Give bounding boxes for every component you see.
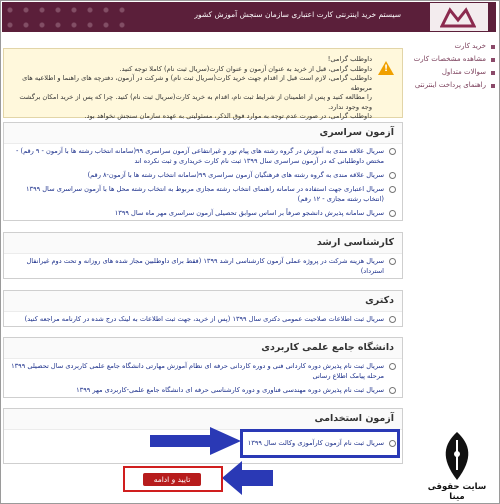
option-item[interactable]: سریال علاقه مندی به گروه رشته های فرهنگی… — [4, 168, 402, 182]
highlight-box — [240, 429, 400, 458]
radio-button[interactable] — [389, 363, 396, 370]
notice-line: داوطلب گرامی! — [327, 55, 372, 63]
watermark-text: سایت حقوقی مینا — [427, 482, 487, 502]
notice-line: داوطلب گرامی، در صورت عدم توجه به موارد … — [84, 112, 372, 120]
logo-mark-icon — [440, 7, 476, 28]
pen-nib-icon — [445, 432, 469, 480]
bullet-icon — [491, 58, 495, 62]
option-item[interactable]: سریال سامانه پذیرش دانشجو صرفاً بر اساس … — [4, 206, 402, 220]
bullet-icon — [491, 45, 495, 49]
section-title: دکتری — [4, 291, 402, 312]
option-item[interactable]: سریال ثبت نام پذیرش دوره مهندسی فناوری و… — [4, 383, 402, 397]
arrow-right-icon — [150, 427, 241, 455]
option-label[interactable]: سریال علاقه مندی به آموزش در گروه رشته ه… — [16, 147, 384, 165]
sidebar-item-buy-card[interactable]: خرید کارت — [408, 40, 496, 53]
option-label[interactable]: سریال علاقه مندی به گروه رشته های فرهنگی… — [88, 171, 384, 179]
option-label[interactable]: سریال سامانه پذیرش دانشجو صرفاً بر اساس … — [115, 209, 384, 217]
section-arshad: کارشناسی ارشد سریال هزینه شرکت در پروژه … — [3, 232, 403, 279]
sidebar-item-label: سوالات متداول — [441, 68, 486, 76]
section-applied-science: دانشگاه جامع علمی کاربردی سریال ثبت نام … — [3, 337, 403, 398]
radio-button[interactable] — [389, 258, 396, 265]
section-title: دانشگاه جامع علمی کاربردی — [4, 338, 402, 359]
arrow-left-icon — [222, 461, 273, 495]
section-sarasari: آزمون سراسری سریال علاقه مندی به آموزش د… — [3, 122, 403, 221]
notice-line: را مطالعه کنید و پس از اطمینان از شرایط … — [19, 93, 372, 111]
organization-logo — [430, 3, 488, 31]
watermark-logo: سایت حقوقی مینا — [420, 430, 494, 502]
radio-button[interactable] — [389, 148, 396, 155]
option-item[interactable]: سریال هزینه شرکت در پروژه عملی آزمون کار… — [4, 254, 402, 278]
notice-box: ! داوطلب گرامی! داوطلب گرامی، قبل از خری… — [3, 48, 403, 120]
option-label[interactable]: سریال اعتباری جهت استفاده در سامانه راهن… — [26, 185, 384, 203]
sidebar-item-label: مشاهده مشخصات کارت — [413, 55, 486, 63]
radio-button[interactable] — [389, 186, 396, 193]
sidebar-item-label: راهنمای پرداخت اینترنتی — [414, 81, 486, 89]
radio-button[interactable] — [389, 172, 396, 179]
header-pattern — [2, 2, 132, 32]
radio-button[interactable] — [389, 387, 396, 394]
section-title: کارشناسی ارشد — [4, 233, 402, 254]
warning-icon: ! — [378, 61, 394, 75]
option-item[interactable]: سریال اعتباری جهت استفاده در سامانه راهن… — [4, 182, 402, 206]
bullet-icon — [491, 71, 495, 75]
option-item[interactable]: سریال ثبت نام پذیرش دوره کاردانی فنی و د… — [4, 359, 402, 383]
sidebar-menu: خرید کارت مشاهده مشخصات کارت سوالات متدا… — [408, 40, 496, 92]
sidebar-item-faq[interactable]: سوالات متداول — [408, 66, 496, 79]
submit-highlight: تایید و ادامه — [123, 466, 223, 492]
option-item[interactable]: سریال ثبت اطلاعات صلاحیت عمومی دکتری سال… — [4, 312, 402, 326]
sidebar-item-label: خرید کارت — [454, 42, 486, 50]
notice-line: داوطلب گرامی، قبل از خرید به عنوان آزمون… — [119, 64, 372, 73]
notice-line: داوطلب گرامی، لازم است قبل از اقدام جهت … — [22, 74, 372, 92]
option-label[interactable]: سریال ثبت نام پذیرش دوره کاردانی فنی و د… — [11, 362, 384, 380]
section-title: آزمون سراسری — [4, 123, 402, 144]
bullet-icon — [491, 84, 495, 88]
option-label[interactable]: سریال هزینه شرکت در پروژه عملی آزمون کار… — [27, 257, 385, 275]
radio-button[interactable] — [389, 210, 396, 217]
notice-text: داوطلب گرامی! داوطلب گرامی، قبل از خرید … — [10, 55, 372, 122]
option-label[interactable]: سریال ثبت نام پذیرش دوره مهندسی فناوری و… — [76, 386, 384, 394]
option-label[interactable]: سریال ثبت اطلاعات صلاحیت عمومی دکتری سال… — [25, 315, 384, 323]
submit-button[interactable]: تایید و ادامه — [143, 473, 201, 486]
option-item[interactable]: سریال علاقه مندی به آموزش در گروه رشته ه… — [4, 144, 402, 168]
site-header: سیستم خرید اینترنتی کارت اعتباری سازمان … — [2, 2, 496, 32]
sidebar-item-view-card[interactable]: مشاهده مشخصات کارت — [408, 53, 496, 66]
section-doctorate: دکتری سریال ثبت اطلاعات صلاحیت عمومی دکت… — [3, 290, 403, 327]
header-title: سیستم خرید اینترنتی کارت اعتباری سازمان … — [194, 10, 401, 19]
sidebar-item-payment-guide[interactable]: راهنمای پرداخت اینترنتی — [408, 79, 496, 92]
radio-button[interactable] — [389, 316, 396, 323]
